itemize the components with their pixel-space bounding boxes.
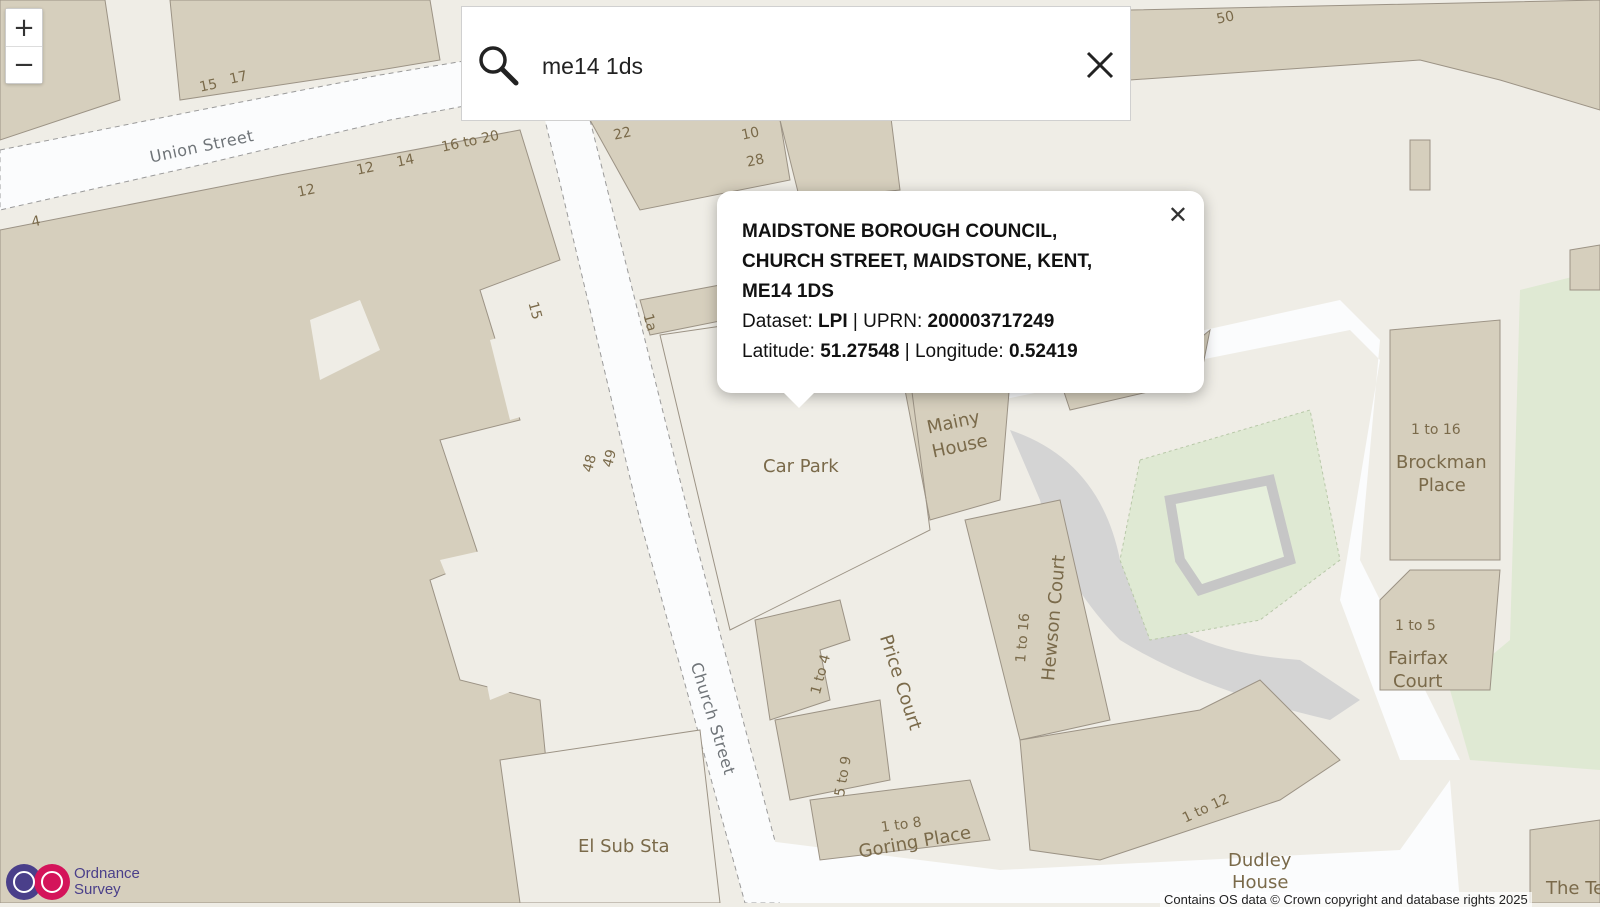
place-label-fairfax-2: Court (1393, 671, 1443, 692)
search-icon[interactable] (476, 43, 520, 87)
popup-address: MAIDSTONE BOROUGH COUNCIL, CHURCH STREET… (742, 221, 1093, 302)
place-label-fairfax-range: 1 to 5 (1395, 618, 1436, 634)
separator: | (852, 311, 858, 332)
place-label-dudley-1: Dudley (1228, 850, 1292, 871)
place-label-el-sub-sta: El Sub Sta (578, 836, 670, 857)
map-canvas[interactable]: Union Street Church Street Car Park Main… (0, 0, 1600, 903)
address-popup: ✕ MAIDSTONE BOROUGH COUNCIL, CHURCH STRE… (717, 191, 1204, 408)
dataset-label: Dataset: (742, 311, 813, 332)
place-label-brockman-range: 1 to 16 (1411, 422, 1461, 438)
map-attribution: Contains OS data © Crown copyright and d… (1160, 892, 1532, 907)
os-logo-text: Ordnance Survey (74, 866, 140, 898)
place-label-car-park: Car Park (763, 456, 839, 477)
place-label-fairfax-1: Fairfax (1388, 648, 1449, 669)
uprn-label: UPRN: (863, 311, 923, 332)
place-label-brockman-2: Place (1418, 475, 1466, 496)
os-logo-line2: Survey (74, 881, 121, 898)
os-logo-icon (6, 864, 70, 900)
place-label-the-t: The Te (1546, 878, 1600, 899)
popup-tip (783, 392, 815, 408)
longitude-label: Longitude: (914, 341, 1004, 362)
place-label-dudley-2: House (1232, 872, 1289, 893)
latitude-label: Latitude: (742, 341, 815, 362)
os-logo-line1: Ordnance (74, 865, 140, 882)
popup-dataset-line: Dataset: LPI | UPRN: 200003717249 (742, 307, 1174, 337)
ordnance-survey-logo: Ordnance Survey (4, 862, 164, 902)
zoom-control: + − (5, 8, 43, 84)
longitude-value: 0.52419 (1008, 341, 1078, 362)
separator: | (904, 341, 910, 362)
search-input[interactable] (540, 40, 984, 92)
zoom-in-button[interactable]: + (6, 9, 42, 46)
latitude-value: 51.27548 (820, 341, 900, 362)
dataset-value: LPI (818, 311, 848, 332)
search-box (461, 6, 1131, 121)
clear-search-icon[interactable] (1084, 49, 1116, 81)
uprn-value: 200003717249 (927, 311, 1055, 332)
popup-close-icon[interactable]: ✕ (1168, 201, 1188, 229)
zoom-out-button[interactable]: − (6, 46, 42, 83)
place-label-brockman-1: Brockman (1396, 452, 1487, 473)
popup-coordinates-line: Latitude: 51.27548 | Longitude: 0.52419 (742, 337, 1174, 367)
